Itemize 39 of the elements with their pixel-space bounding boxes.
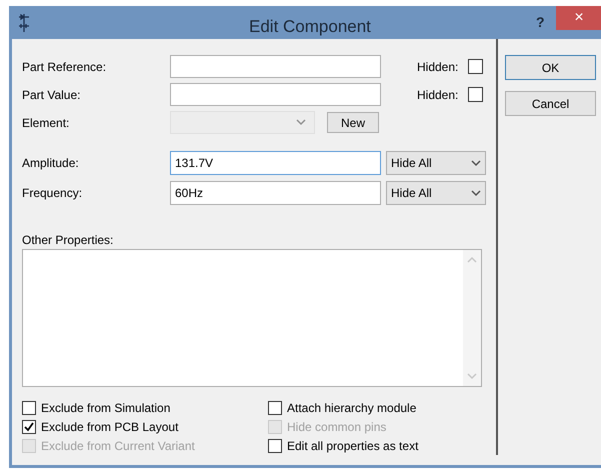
chevron-down-icon [471, 190, 481, 196]
checkbox[interactable] [468, 87, 484, 102]
close-button[interactable]: × [556, 6, 601, 30]
dialog-button[interactable]: Cancel [505, 91, 596, 116]
property-value-field[interactable]: 131.7V [170, 151, 381, 175]
hidden-label: Hidden: [417, 58, 458, 76]
checkbox-label: Hide common pins [287, 418, 386, 436]
component-icon [17, 14, 31, 32]
visibility-dropdown[interactable]: Hide All [386, 151, 486, 175]
checkbox-label: Attach hierarchy module [287, 400, 416, 416]
other-properties-label: Other Properties: [22, 232, 114, 246]
checkbox-label: Edit all properties as text [287, 438, 418, 454]
field-label: Element: [22, 114, 70, 132]
dialog-button[interactable]: OK [505, 55, 596, 80]
chevron-down-icon [296, 119, 306, 126]
scrollbar[interactable] [463, 250, 481, 386]
chevron-up-icon [467, 256, 477, 263]
checkbox-label: Exclude from Current Variant [41, 438, 195, 454]
checkbox[interactable] [268, 400, 282, 414]
property-label: Frequency: [22, 185, 84, 202]
checkmark-icon [24, 422, 34, 432]
visibility-dropdown[interactable]: Hide All [386, 181, 486, 205]
field-label: Part Reference: [22, 58, 108, 76]
chevron-down-icon [471, 160, 481, 166]
field-label: Part Value: [22, 86, 82, 104]
checkbox[interactable] [22, 400, 36, 414]
text-field[interactable] [170, 55, 381, 78]
window-title: Edit Component [249, 16, 371, 38]
checkbox[interactable] [268, 438, 282, 452]
checkbox-label: Exclude from Simulation [41, 400, 170, 416]
text-field[interactable] [170, 83, 381, 106]
chevron-down-icon [467, 373, 477, 380]
help-button[interactable]: ? [536, 12, 545, 33]
checkbox[interactable] [22, 420, 36, 434]
checkbox-label: Exclude from PCB Layout [41, 418, 178, 436]
property-value-field[interactable]: 60Hz [170, 181, 381, 205]
hidden-label: Hidden: [417, 86, 458, 104]
checkbox[interactable] [468, 59, 484, 74]
property-label: Amplitude: [22, 155, 80, 172]
